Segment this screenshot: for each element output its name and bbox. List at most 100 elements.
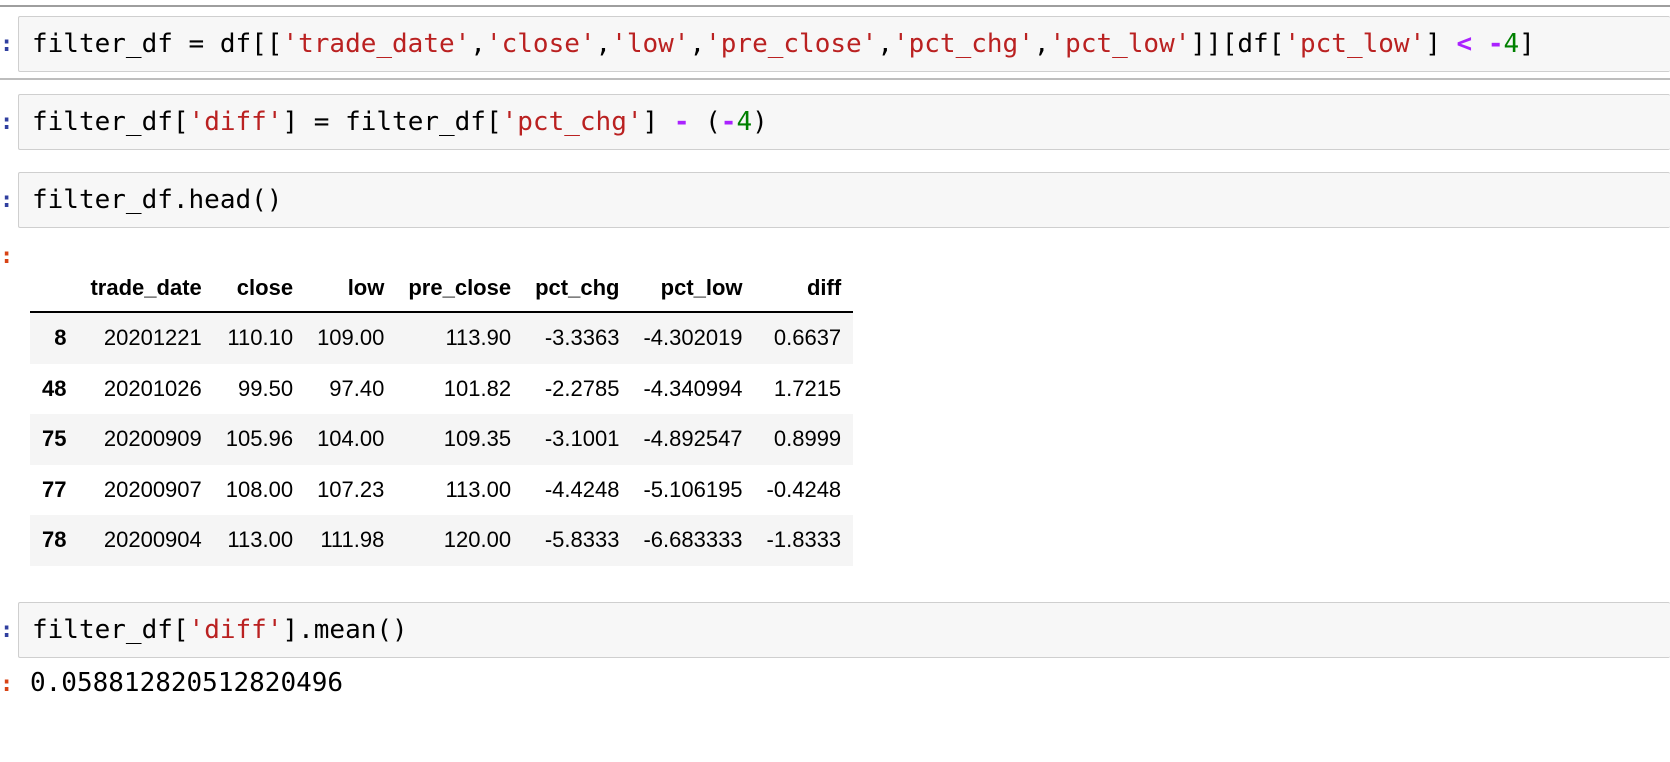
code-token: 'pct_chg': [892, 29, 1034, 59]
code-token: 'diff': [188, 107, 283, 137]
code-token: ].mean(): [282, 615, 408, 645]
code-token: 'trade_date': [282, 29, 471, 59]
table-cell: 105.96: [225, 426, 294, 452]
table-cell: -5.8333: [544, 527, 620, 553]
code-token: -: [720, 107, 737, 137]
table-cell: -0.4248: [766, 476, 842, 502]
code-token: ,: [877, 29, 893, 59]
table-row: 8 20201221 110.10 109.00 113.90 -3.3363 -4.302…: [30, 312, 854, 364]
table-cell: -2.2785: [544, 375, 620, 401]
code-token: ] = filter_df[: [282, 107, 502, 137]
column-header-pct-chg: pct_chg: [523, 264, 632, 313]
code-token: filter_df = df[[: [32, 29, 283, 59]
dataframe-header: trade_date close low pre_close pct_chg pct_lo…: [30, 264, 854, 313]
table-cell: 110.10: [227, 325, 294, 351]
code-token: -: [1487, 29, 1504, 59]
table-cell: 108.00: [225, 476, 294, 502]
code-token: ): [752, 107, 768, 137]
table-cell: 1.7215: [773, 375, 842, 401]
row-index: 78: [42, 527, 67, 553]
table-cell: -1.8333: [766, 527, 842, 553]
code-token: 'pct_chg': [501, 107, 643, 137]
table-cell: 120.00: [443, 527, 512, 553]
code-token: ]: [642, 107, 674, 137]
column-header-diff: diff: [754, 264, 854, 313]
row-index: 48: [42, 375, 67, 401]
table-cell: 113.00: [227, 527, 294, 553]
code-token: 4: [736, 107, 753, 137]
code-token: filter_df[: [32, 615, 189, 645]
output-prompt: :: [0, 671, 14, 697]
column-header-low: low: [305, 264, 397, 313]
code-token: 'pct_low': [1049, 29, 1191, 59]
table-cell: 20200904: [103, 527, 202, 553]
code-cell-head[interactable]: filter_df.head(): [18, 172, 1670, 228]
column-header-pct-low: pct_low: [631, 264, 755, 313]
table-cell: -4.892547: [643, 426, 743, 452]
code-token: ,: [1033, 29, 1050, 59]
table-cell: -3.3363: [544, 325, 620, 351]
code-token: ]: [1519, 29, 1535, 59]
code-token: (: [689, 107, 721, 137]
row-index: 75: [42, 426, 67, 452]
table-cell: 99.50: [238, 375, 294, 401]
cell-divider: [0, 78, 1670, 80]
table-cell: 20200907: [103, 476, 202, 502]
table-cell: 20200909: [103, 426, 202, 452]
table-cell: 97.40: [329, 375, 385, 401]
row-index: 77: [42, 476, 67, 502]
code-token: ]][df[: [1190, 29, 1285, 59]
code-token: -: [673, 107, 690, 137]
table-row: 77 20200907 108.00 107.23 113.00 -4.4248 -5.10…: [30, 465, 853, 516]
mean-output: 0.058812820512820496: [30, 668, 344, 698]
table-cell: 0.6637: [773, 325, 842, 351]
table-cell: 109.35: [443, 426, 512, 452]
input-prompt: :: [0, 617, 14, 643]
index-header: [30, 264, 79, 313]
table-cell: -4.340994: [643, 375, 743, 401]
table-cell: -4.302019: [643, 325, 743, 351]
table-cell: -6.683333: [643, 527, 743, 553]
input-prompt: :: [0, 187, 14, 213]
dataframe-body: 8 20201221 110.10 109.00 113.90 -3.3363 -4.302…: [30, 312, 854, 566]
code-cell-mean[interactable]: filter_df['diff'].mean(): [18, 602, 1670, 658]
table-cell: 111.98: [320, 527, 385, 553]
output-prompt: :: [0, 243, 14, 269]
header-row: trade_date close low pre_close pct_chg pct_lo…: [30, 264, 854, 313]
dataframe-output: trade_date close low pre_close pct_chg pct_lo…: [30, 264, 854, 566]
code-token: 'pre_close': [705, 29, 878, 59]
table-cell: 109.00: [317, 325, 385, 351]
dataframe-table: trade_date close low pre_close pct_chg pct_lo…: [30, 264, 854, 566]
table-cell: -5.106195: [643, 476, 743, 502]
table-cell: 113.00: [445, 476, 512, 502]
table-cell: 20201026: [103, 375, 202, 401]
row-index: 8: [54, 325, 67, 351]
table-cell: 107.23: [317, 476, 385, 502]
code-token: ,: [595, 29, 612, 59]
input-prompt: :: [0, 109, 14, 135]
column-header-trade-date: trade_date: [78, 264, 214, 313]
table-cell: -4.4248: [544, 476, 620, 502]
code-token: 'pct_low': [1284, 29, 1426, 59]
code-token: 'close': [485, 29, 596, 59]
code-token: 'diff': [188, 615, 283, 645]
code-token: ,: [689, 29, 706, 59]
code-cell-filter[interactable]: filter_df = df[['trade_date','close','lo…: [18, 16, 1670, 72]
table-cell: 101.82: [443, 375, 512, 401]
code-token: 'low': [611, 29, 690, 59]
notebook-top-edge: [0, 0, 1670, 7]
code-token: <: [1456, 29, 1473, 59]
column-header-pre-close: pre_close: [396, 264, 524, 313]
code-token: ]: [1425, 29, 1457, 59]
input-prompt: :: [0, 31, 14, 57]
column-header-close: close: [213, 264, 306, 313]
table-cell: 0.8999: [773, 426, 842, 452]
code-token: filter_df.head(): [32, 185, 283, 215]
table-row: 78 20200904 113.00 111.98 120.00 -5.8333 -6.68…: [30, 515, 854, 566]
table-cell: 113.90: [445, 325, 512, 351]
code-token: ,: [470, 29, 486, 59]
code-token: 4: [1503, 29, 1520, 59]
table-cell: 104.00: [317, 426, 385, 452]
code-cell-diff[interactable]: filter_df['diff'] = filter_df['pct_chg']…: [18, 94, 1670, 150]
